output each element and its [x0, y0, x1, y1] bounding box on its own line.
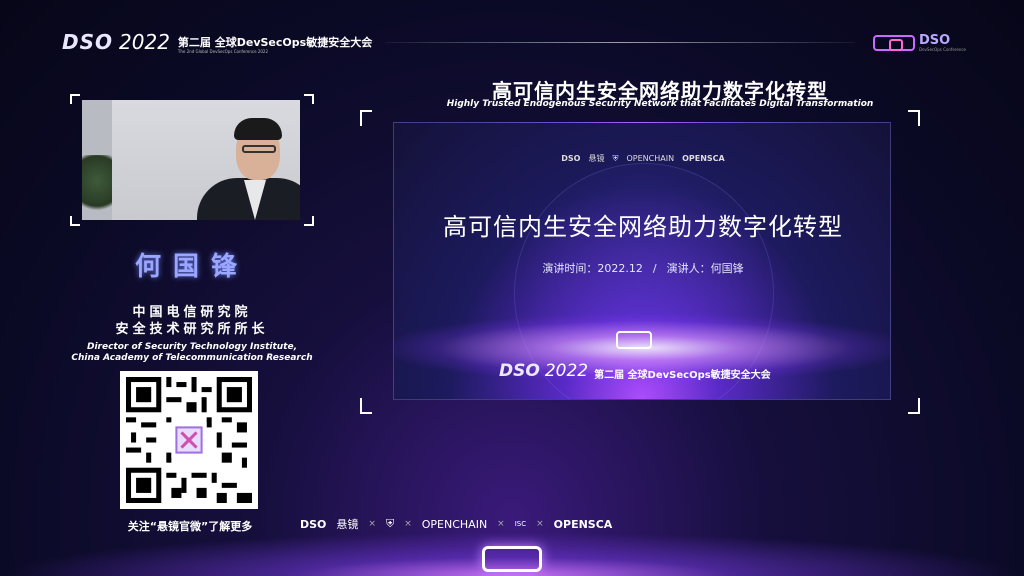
- sponsor-dso: DSO: [300, 517, 327, 531]
- qr-code-icon: [126, 377, 252, 503]
- header-divider: [385, 42, 855, 43]
- shield-icon: ⛨: [612, 153, 619, 163]
- dso-logo-icon: [873, 35, 915, 51]
- slide-speaker: 演讲人：何国锋: [666, 262, 744, 275]
- times-sign: ×: [368, 519, 376, 529]
- sponsor-bar: DSO 悬镜 × ⛨ × OPENCHAIN × ISC × OPENSCA: [300, 514, 612, 534]
- talk-title-en: Highly Trusted Endogenous Security Netwo…: [446, 99, 874, 109]
- times-sign: ×: [497, 519, 505, 529]
- slide-brand-dso: DSO: [499, 361, 540, 381]
- conference-name-en: The 2nd Global DevSecOps Conference 2022: [177, 49, 269, 54]
- brand-year: 2022: [119, 30, 170, 54]
- shield-icon: ⛨: [385, 517, 395, 530]
- bottom-dso-mark-icon: [482, 546, 542, 572]
- slide-logo-openchain: OPENCHAIN: [626, 154, 675, 163]
- dso-logo-text: DSO: [919, 33, 951, 48]
- speaker-video: [82, 100, 300, 220]
- sponsor-openchain: OPENCHAIN: [421, 517, 488, 531]
- sponsor-xj: 悬镜: [336, 518, 359, 531]
- times-sign: ×: [536, 519, 544, 529]
- speaker-title-en-line1: Director of Security Technology Institut…: [86, 342, 298, 352]
- sponsor-opensca: OPENSCA: [553, 517, 613, 531]
- conference-name-cn: 第二届 全球DevSecOps敏捷安全大会: [177, 36, 373, 49]
- slide-logo-row: DSO 悬镜 ⛨ OPENCHAIN OPENSCA: [394, 153, 890, 164]
- brand-dso: DSO: [62, 30, 114, 54]
- sponsor-isc: ISC: [514, 520, 527, 528]
- speaker-org-line2: 安全技术研究所所长: [115, 322, 269, 337]
- slide-title: 高可信内生安全网络助力数字化转型: [443, 213, 843, 241]
- slide-meta: 演讲时间：2022.12 / 演讲人：何国锋: [394, 260, 890, 276]
- slide-separator: /: [652, 262, 657, 275]
- slide-time: 演讲时间：2022.12: [542, 262, 643, 275]
- speaker-name: 何国锋: [134, 252, 249, 282]
- slide-brand: DSO 2022 第二届 全球DevSecOps敏捷安全大会: [499, 361, 771, 381]
- speaker-title-en-line2: China Academy of Telecommunication Resea…: [71, 353, 313, 363]
- qr-code[interactable]: [120, 371, 258, 509]
- dso-logo: DSO DevSecOps Conference: [873, 34, 966, 52]
- slide-logo-dso: DSO: [561, 154, 581, 163]
- plant-image: [82, 155, 112, 220]
- slide-dso-mark-icon: [616, 331, 652, 349]
- presentation-slide: DSO 悬镜 ⛨ OPENCHAIN OPENSCA 高可信内生安全网络助力数字…: [393, 122, 891, 400]
- slide-brand-year: 2022: [544, 361, 589, 381]
- slide-logo-xj: 悬镜: [588, 154, 605, 163]
- brand-conference: 第二届 全球DevSecOps敏捷安全大会 The 2nd Global Dev…: [177, 36, 373, 55]
- dso-logo-subtext: DevSecOps Conference: [919, 47, 967, 52]
- slide-brand-conference: 第二届 全球DevSecOps敏捷安全大会: [594, 370, 771, 381]
- slide-logo-opensca: OPENSCA: [682, 154, 725, 163]
- times-sign: ×: [404, 519, 412, 529]
- conference-brand: DSO 2022 第二届 全球DevSecOps敏捷安全大会 The 2nd G…: [62, 30, 372, 54]
